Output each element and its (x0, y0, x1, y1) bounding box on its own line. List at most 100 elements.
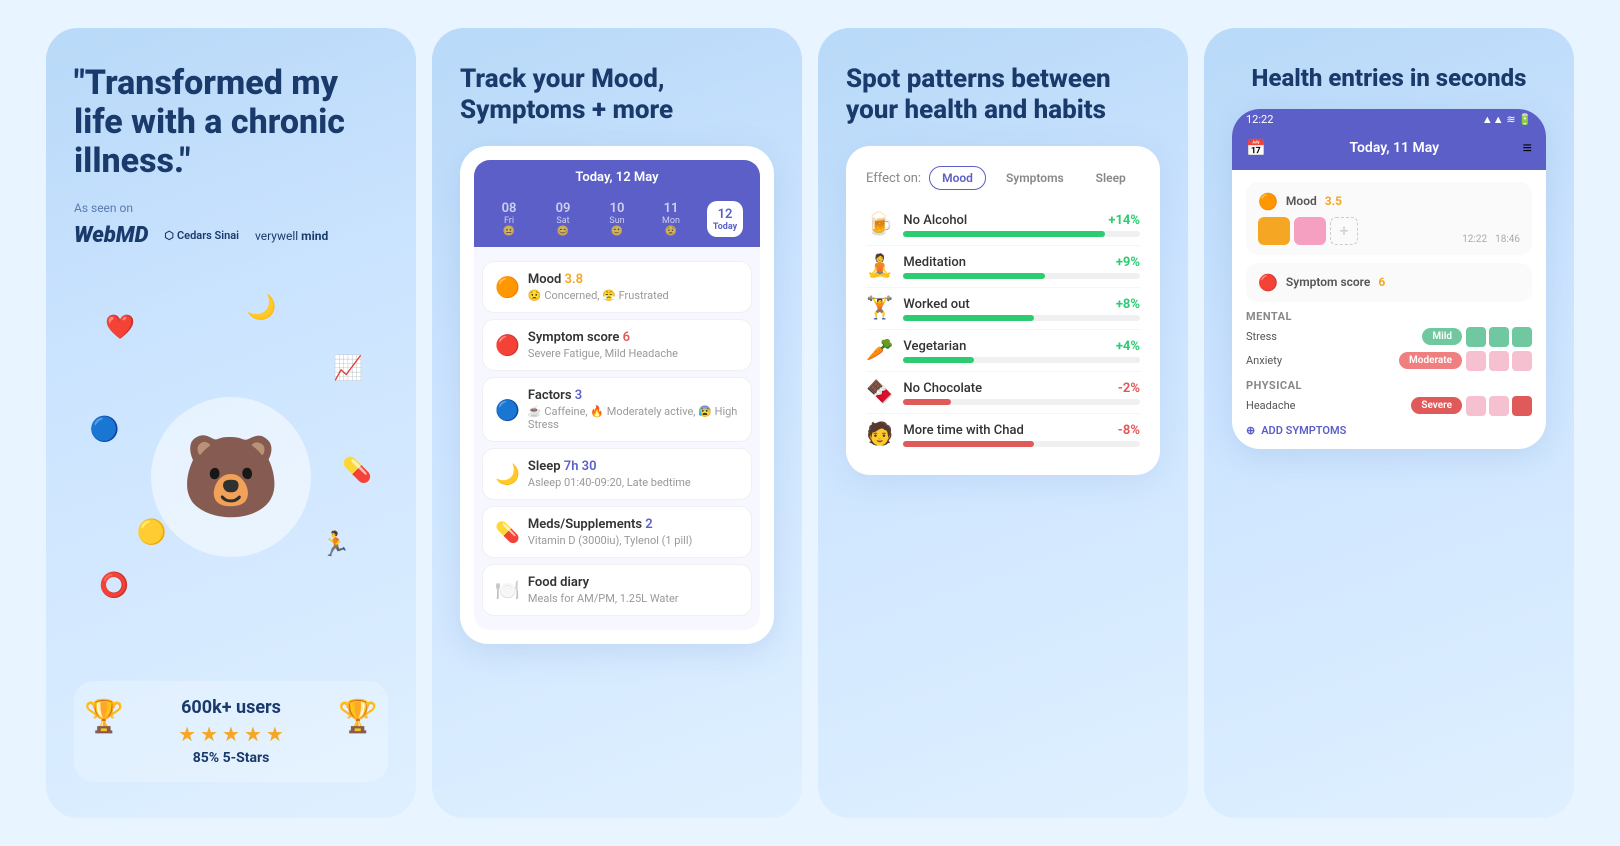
date-11[interactable]: 11 Mon 😟 (653, 201, 689, 237)
effect-row: Effect on: Mood Symptoms Sleep (866, 166, 1140, 190)
symptom-title: Symptom score 6 (528, 330, 678, 345)
tab-mood[interactable]: Mood (929, 166, 986, 190)
mood-time-1: 12:22 (1462, 234, 1487, 245)
float-icon-circle: ⭕ (99, 571, 129, 599)
no-chocolate-bar-bg (903, 399, 1140, 405)
panel-1: "Transformed my life with a chronic illn… (46, 28, 416, 818)
meditation-icon: 🧘 (866, 254, 893, 279)
stress-dots (1466, 327, 1532, 347)
wreath-right-icon: 🏆 (338, 697, 378, 735)
float-icon-yellow: 🟡 (137, 518, 167, 546)
patterns-card: Effect on: Mood Symptoms Sleep 🍺 No Alco… (846, 146, 1160, 475)
pattern-meditation: 🧘 Meditation +9% (866, 246, 1140, 288)
meditation-bar-bg (903, 273, 1140, 279)
hp-menu-icon[interactable]: ≡ (1523, 138, 1532, 158)
pattern-no-alcohol: 🍺 No Alcohol +14% (866, 204, 1140, 246)
wreath-left-icon: 🏆 (84, 697, 124, 735)
date-row: 08 Fri 😐 09 Sat 😊 10 Sun 🙂 11 Mon (474, 195, 760, 247)
vegetarian-name: Vegetarian (903, 339, 1115, 354)
no-chocolate-icon: 🍫 (866, 380, 893, 405)
panel3-headline: Spot patterns between your health and ha… (846, 64, 1160, 126)
status-icons: ▲▲ ≋ 🔋 (1482, 113, 1532, 126)
headache-row: Headache Severe (1246, 396, 1532, 416)
add-symptoms-label: ADD SYMPTOMS (1261, 424, 1346, 437)
anxiety-dots (1466, 351, 1532, 371)
pattern-chad: 🧑 More time with Chad -8% (866, 414, 1140, 455)
mood-time-2: 18:46 (1495, 234, 1520, 245)
meditation-name: Meditation (903, 255, 1115, 270)
workout-icon: 🏋️ (866, 296, 893, 321)
chad-value: -8% (1118, 423, 1140, 438)
no-alcohol-bar (903, 231, 1104, 237)
add-icon: ⊕ (1246, 424, 1255, 437)
hp-symptom-label: Symptom score (1286, 275, 1370, 289)
float-icon-heart: ❤️ (105, 313, 135, 341)
chad-bar-bg (903, 441, 1140, 447)
sleep-subtitle: Asleep 01:40-09:20, Late bedtime (528, 476, 691, 489)
hp-header-date: Today, 11 May (1349, 140, 1439, 156)
entry-sleep[interactable]: 🌙 Sleep 7h 30 Asleep 01:40-09:20, Late b… (482, 448, 752, 500)
hp-symptom-value: 6 (1378, 275, 1385, 289)
factors-subtitle: ☕ Caffeine, 🔥 Moderately active, 😰 High … (528, 405, 739, 431)
no-chocolate-bar (903, 399, 950, 405)
float-icon-moon: 🌙 (247, 293, 277, 321)
entry-factors[interactable]: 🔵 Factors 3 ☕ Caffeine, 🔥 Moderately act… (482, 377, 752, 442)
stats-area: 🏆 600k+ users ★ ★ ★ ★ ★ 85% 5-Stars 🏆 (74, 681, 388, 782)
date-10[interactable]: 10 Sun 🙂 (599, 201, 635, 237)
vegetarian-value: +4% (1116, 339, 1140, 354)
hp-mood-entry: 🟠 Mood 3.5 + 12:22 18:46 (1246, 182, 1532, 255)
cedars-logo: ⬡ Cedars Sinai (164, 229, 239, 242)
workout-bar-bg (903, 315, 1140, 321)
mood-block-add[interactable]: + (1330, 217, 1358, 245)
food-subtitle: Meals for AM/PM, 1.25L Water (528, 592, 679, 605)
stress-pill[interactable]: Mild (1422, 328, 1462, 345)
no-chocolate-value: -2% (1118, 381, 1140, 396)
sleep-icon: 🌙 (495, 462, 520, 486)
mental-section-label: MENTAL (1246, 310, 1532, 323)
headache-dots (1466, 396, 1532, 416)
workout-name: Worked out (903, 297, 1115, 312)
mood-subtitle: 😟 Concerned, 😤 Frustrated (528, 289, 669, 302)
entry-food[interactable]: 🍽️ Food diary Meals for AM/PM, 1.25L Wat… (482, 564, 752, 616)
meditation-bar (903, 273, 1045, 279)
add-symptoms-btn[interactable]: ⊕ ADD SYMPTOMS (1246, 424, 1532, 437)
mood-block-2[interactable] (1294, 217, 1326, 245)
chad-info: More time with Chad -8% (903, 423, 1140, 447)
sleep-title: Sleep 7h 30 (528, 459, 691, 474)
mood-title: Mood 3.8 (528, 272, 669, 287)
health-phone: 12:22 ▲▲ ≋ 🔋 📅 Today, 11 May ≡ 🟠 Mood 3.… (1232, 109, 1546, 449)
hp-header: 📅 Today, 11 May ≡ (1232, 130, 1546, 170)
no-chocolate-info: No Chocolate -2% (903, 381, 1140, 405)
tab-symptoms[interactable]: Symptoms (994, 167, 1076, 189)
status-time: 12:22 (1246, 113, 1273, 126)
headache-pill[interactable]: Severe (1411, 397, 1462, 414)
food-icon: 🍽️ (495, 578, 520, 602)
panel-3: Spot patterns between your health and ha… (818, 28, 1188, 818)
float-icon-chart: 📈 (333, 354, 363, 382)
panel4-headline: Health entries in seconds (1232, 64, 1546, 93)
meditation-value: +9% (1116, 255, 1140, 270)
date-09[interactable]: 09 Sat 😊 (545, 201, 581, 237)
chad-name: More time with Chad (903, 423, 1117, 438)
tab-sleep[interactable]: Sleep (1084, 167, 1138, 189)
anxiety-name: Anxiety (1246, 354, 1282, 367)
workout-value: +8% (1116, 297, 1140, 312)
entry-mood[interactable]: 🟠 Mood 3.8 😟 Concerned, 😤 Frustrated (482, 261, 752, 313)
mood-block-1[interactable] (1258, 217, 1290, 245)
headache-name: Headache (1246, 399, 1296, 412)
date-08[interactable]: 08 Fri 😐 (491, 201, 527, 237)
entry-meds[interactable]: 💊 Meds/Supplements 2 Vitamin D (3000iu),… (482, 506, 752, 558)
anxiety-pill[interactable]: Moderate (1399, 352, 1462, 369)
meds-title: Meds/Supplements 2 (528, 517, 692, 532)
hp-mood-value: 3.5 (1325, 194, 1342, 208)
stars-row: ★ ★ ★ ★ ★ (178, 722, 284, 746)
no-alcohol-info: No Alcohol +14% (903, 213, 1140, 237)
vegetarian-bar (903, 357, 974, 363)
symptom-icon: 🔴 (495, 333, 520, 357)
date-12-today[interactable]: 12 Today (707, 201, 743, 237)
verywell-logo: verywell mind (255, 229, 328, 243)
entry-symptom[interactable]: 🔴 Symptom score 6 Severe Fatigue, Mild H… (482, 319, 752, 371)
stress-name: Stress (1246, 330, 1277, 343)
hp-symptom-icon: 🔴 (1258, 273, 1278, 292)
symptom-subtitle: Severe Fatigue, Mild Headache (528, 347, 678, 360)
